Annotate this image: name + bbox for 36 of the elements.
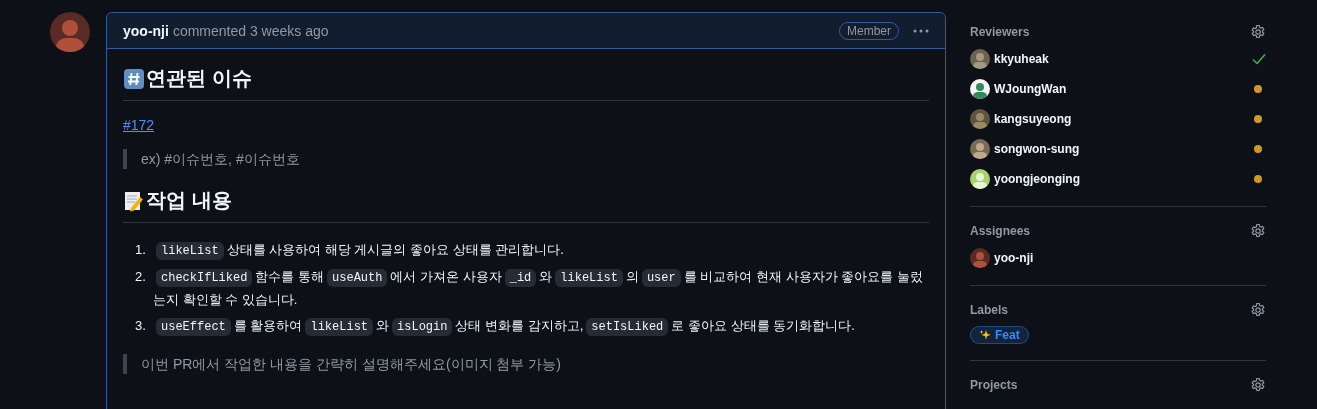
assignee-name[interactable]: yoo-nji bbox=[994, 251, 1266, 265]
avatar[interactable] bbox=[970, 49, 990, 69]
memo-pencil-icon bbox=[123, 189, 145, 212]
reviewer-name[interactable]: songwon-sung bbox=[994, 142, 1250, 156]
author-link[interactable]: yoo-nji bbox=[123, 22, 169, 39]
avatar[interactable] bbox=[970, 169, 990, 189]
list-item-text: useEffect 를 활용하여 likeList 와 isLogin 상태 변화를 감지하고, setIsLiked 로 좋아요 상태를 동기화합니다. bbox=[153, 315, 929, 338]
hash-key-icon bbox=[123, 67, 145, 90]
settings-icon[interactable] bbox=[1250, 223, 1266, 239]
issue-link[interactable]: #172 bbox=[123, 117, 155, 133]
blockquote: ex) #이슈번호, #이슈번호 bbox=[123, 149, 929, 169]
section-heading: 작업 내용 bbox=[146, 188, 232, 213]
label-tag[interactable]: Feat bbox=[970, 326, 1029, 344]
section-title: Projects bbox=[970, 378, 1018, 392]
list-item-text: checkIfLiked 함수를 통해 useAuth 에서 가져온 사용자 _id 와 likeList 의 user 를 비교하여 현재 사용자가 좋아요를 눌렀는지 확인할 수 있습니다. bbox=[153, 268, 924, 309]
avatar[interactable] bbox=[970, 139, 990, 159]
more-options-button[interactable] bbox=[913, 28, 929, 33]
reviewer-name[interactable]: WJoungWan bbox=[994, 82, 1250, 96]
reviewer-name[interactable]: kkyuheak bbox=[994, 52, 1248, 66]
section-title: Reviewers bbox=[970, 25, 1030, 39]
section-heading: 연관된 이슈 bbox=[146, 66, 252, 91]
list-number: 3. bbox=[135, 317, 147, 335]
sparkles-icon bbox=[979, 329, 991, 341]
section-title: Assignees bbox=[970, 224, 1031, 238]
list-number: 1. bbox=[135, 241, 147, 259]
reviewer-name[interactable]: kangsuyeong bbox=[994, 112, 1250, 126]
avatar[interactable] bbox=[970, 79, 990, 99]
blockquote: 이번 PR에서 작업한 내용을 간략히 설명해주세요(이미지 첨부 가능) bbox=[123, 354, 929, 374]
list-number: 2. bbox=[135, 268, 147, 286]
reviewer-name[interactable]: yoongjeonging bbox=[994, 172, 1250, 186]
section-title: Labels bbox=[970, 303, 1008, 317]
list-item-text: likeList 상태를 사용하여 해당 게시글의 좋아요 상태를 관리합니다. bbox=[153, 239, 929, 262]
settings-icon[interactable] bbox=[1250, 377, 1266, 393]
settings-icon[interactable] bbox=[1250, 302, 1266, 318]
settings-icon[interactable] bbox=[1250, 24, 1266, 40]
comment-time: commented 3 weeks ago bbox=[172, 22, 329, 39]
